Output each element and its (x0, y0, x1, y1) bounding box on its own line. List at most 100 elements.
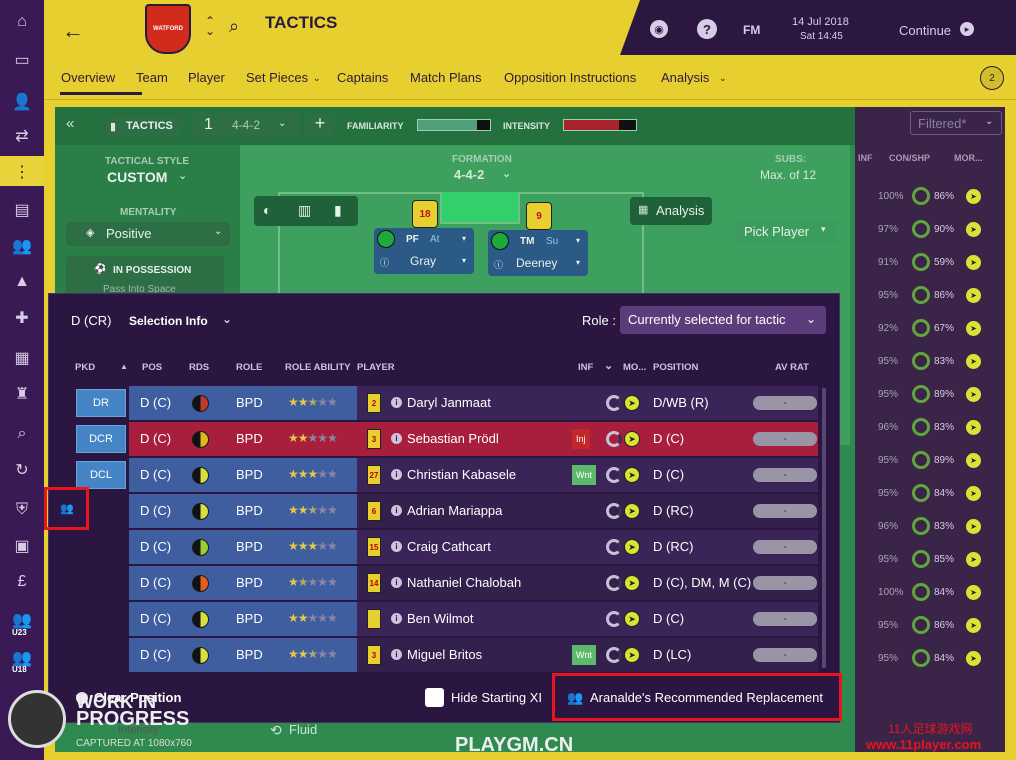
col-player[interactable]: PLAYER (357, 362, 395, 373)
pick-player-dropdown[interactable]: Pick Player ▾ (735, 220, 837, 244)
collapse-icon[interactable]: « (66, 115, 74, 132)
back-arrow-icon[interactable]: ← (62, 18, 84, 44)
recommended-marker-icon[interactable]: 👥 (60, 502, 74, 515)
info-icon[interactable]: i (391, 505, 402, 516)
home-icon[interactable]: ⌂ (10, 10, 34, 34)
tactics-icon[interactable]: ⋮ (10, 160, 34, 184)
table-row[interactable]: D (C) BPD ★★★★★ 15 i Craig Cathcart ➤ D (RC) - (58, 530, 818, 564)
scrollbar[interactable] (822, 388, 826, 668)
tab-captains[interactable]: Captains (337, 70, 388, 85)
right-row-pct2: 84% (934, 587, 955, 598)
info-icon[interactable]: i (391, 577, 402, 588)
col-av-rat[interactable]: AV RAT (775, 362, 809, 373)
table-row[interactable]: D (C) BPD ★★★★★ i Ben Wilmot ➤ D (C) - (58, 602, 818, 636)
table-row[interactable]: D (C) BPD ★★★★★ 3 i Miguel Britos Wnt ➤ D (LC) - (58, 638, 818, 672)
table-row[interactable]: DR D (C) BPD ★★★★★ 2 i Daryl Janmaat ➤ D/WB (R) - (58, 386, 818, 420)
search-icon[interactable]: ⌕ (229, 16, 239, 37)
selection-info-dropdown[interactable]: Selection Info (129, 314, 208, 328)
tactic-slot-selector[interactable]: 1 4-4-2 ⌄ (192, 113, 300, 138)
chevron-down-icon[interactable]: ⌄ (604, 359, 613, 372)
add-tactic-button[interactable]: + (306, 113, 334, 138)
table-row[interactable]: D (C) BPD ★★★★★ 14 i Nathaniel Chalobah ➤ D (C)… (58, 566, 818, 600)
shield-icon[interactable]: ⛨ (10, 498, 34, 522)
col-inf[interactable]: INF (578, 362, 593, 373)
col-morale[interactable]: MO... (623, 362, 646, 373)
role-ability-stars: ★★★★★ (288, 647, 338, 661)
role-dropdown[interactable]: Currently selected for tactic ⌄ (620, 306, 826, 334)
col-pkd[interactable]: PKD (75, 362, 95, 373)
col-mor[interactable]: MOR... (954, 153, 983, 163)
globe-icon[interactable]: ◉ (650, 20, 668, 38)
refresh-icon[interactable]: ↻ (10, 458, 34, 482)
hide-starting-xi-checkbox[interactable] (425, 688, 444, 707)
player-name[interactable]: Sebastian Prödl (407, 431, 499, 446)
pitch-player-card[interactable]: TM Su Deeney ⓘ ▾ ▾ (488, 230, 588, 276)
in-possession-card[interactable]: ⚽ IN POSSESSION Pass Into Space (66, 256, 224, 296)
continue-button[interactable]: Continue (899, 23, 951, 38)
player-shirt-icon[interactable]: 9 (526, 202, 552, 230)
info-icon[interactable]: i (391, 433, 402, 444)
pkd-badge: DR (76, 389, 126, 417)
trophy-icon[interactable]: ♜ (10, 382, 34, 406)
tactical-style-value[interactable]: CUSTOM (107, 169, 167, 185)
info-icon[interactable]: i (391, 649, 402, 660)
table-row[interactable]: DCR D (C) BPD ★★★★★ 3 i Sebastian Prödl Inj ➤ D (… (58, 422, 818, 456)
tab-match-plans[interactable]: Match Plans (410, 70, 482, 85)
staff-icon[interactable]: 👥 (10, 234, 34, 258)
tab-analysis[interactable]: Analysis (661, 70, 709, 85)
player-shirt-icon[interactable]: 18 (412, 200, 438, 228)
contrast-icon[interactable]: ◐ (263, 202, 271, 218)
info-icon[interactable]: i (391, 469, 402, 480)
bar-chart-icon[interactable]: ▥ (298, 202, 311, 219)
row-position: D (C) (653, 431, 685, 446)
continue-arrow-icon[interactable]: ▸ (960, 22, 974, 36)
squad-icon[interactable]: 👤 (10, 90, 34, 114)
briefcase-icon[interactable]: ▣ (10, 534, 34, 558)
player-name[interactable]: Christian Kabasele (407, 467, 516, 482)
player-name[interactable]: Ben Wilmot (407, 611, 473, 626)
calendar-icon[interactable]: ▦ (10, 346, 34, 370)
filter-dropdown[interactable]: Filtered* ⌄ (910, 111, 1002, 135)
player-name[interactable]: Daryl Janmaat (407, 395, 491, 410)
pitch-player-card[interactable]: PF At Gray ⓘ ▾ ▾ (374, 228, 474, 274)
table-row[interactable]: D (C) BPD ★★★★★ 6 i Adrian Mariappa ➤ D (RC) - (58, 494, 818, 528)
mentality-dropdown[interactable]: Positive ◈ ⌄ (66, 222, 230, 246)
tab-player[interactable]: Player (188, 70, 225, 85)
player-name[interactable]: Craig Cathcart (407, 539, 491, 554)
tactic-card-icon[interactable]: ▮ (334, 202, 342, 219)
analysis-button[interactable]: ▦ Analysis (630, 197, 712, 225)
col-pos[interactable]: POS (142, 362, 162, 373)
tab-team[interactable]: Team (136, 70, 168, 85)
medical-icon[interactable]: ✚ (10, 306, 34, 330)
col-role-ability[interactable]: ROLE ABILITY (285, 362, 351, 373)
notifications-badge[interactable]: 2 (980, 66, 1004, 90)
training-icon[interactable]: ▲ (10, 270, 34, 294)
player-name[interactable]: Miguel Britos (407, 647, 482, 662)
tab-overview[interactable]: Overview (61, 70, 115, 85)
player-name[interactable]: Adrian Mariappa (407, 503, 502, 518)
tab-set-pieces[interactable]: Set Pieces (246, 70, 308, 85)
tab-opposition-instructions[interactable]: Opposition Instructions (504, 70, 636, 85)
table-row[interactable]: DCL D (C) BPD ★★★★★ 27 i Christian Kabasele Wnt… (58, 458, 818, 492)
inbox-icon[interactable]: ▭ (10, 48, 34, 72)
player-name[interactable]: Nathaniel Chalobah (407, 575, 521, 590)
dynamics-icon[interactable]: ⇄ (10, 124, 34, 148)
info-icon[interactable]: i (391, 613, 402, 624)
col-role[interactable]: ROLE (236, 362, 262, 373)
sort-asc-icon[interactable]: ▲ (120, 362, 128, 371)
col-rds[interactable]: RDS (189, 362, 209, 373)
club-switch-icon[interactable]: ⌃ ⌄ (205, 15, 215, 37)
clipboard-icon[interactable]: ▤ (10, 198, 34, 222)
help-icon[interactable]: ? (697, 19, 717, 39)
finance-icon[interactable]: £ (10, 570, 34, 594)
col-con-shp[interactable]: CON/SHP (889, 153, 930, 163)
info-icon[interactable]: i (391, 541, 402, 552)
right-row-pct: 95% (878, 389, 899, 400)
fm-menu[interactable]: FM (743, 23, 760, 37)
formation-value[interactable]: 4-4-2 (454, 167, 484, 182)
col-position[interactable]: POSITION (653, 362, 698, 373)
info-icon[interactable]: i (391, 397, 402, 408)
club-badge-logo[interactable]: WATFORD (145, 4, 191, 54)
search-icon[interactable]: ⌕ (10, 422, 34, 446)
col-inf[interactable]: INF (858, 153, 873, 163)
